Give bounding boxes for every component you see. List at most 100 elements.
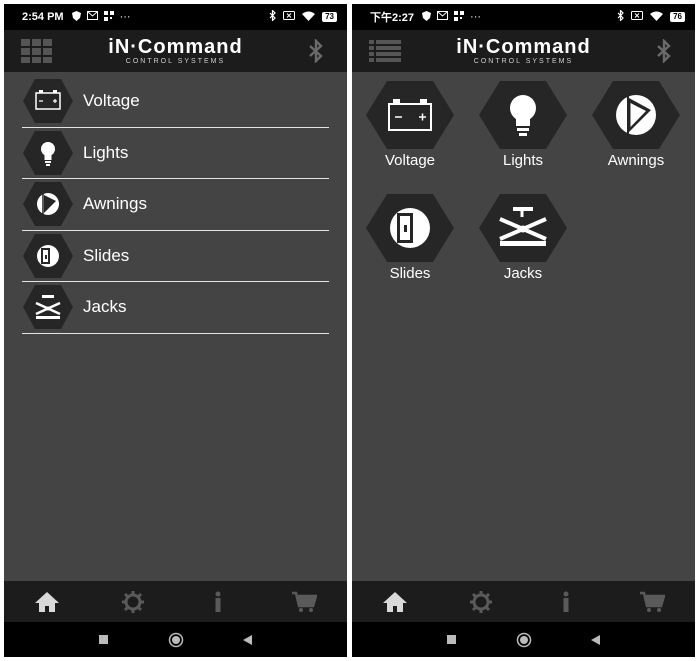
phone-screen-grid-view: 下午2:27 ··· 76 iN·Command CONTROL SYSTEMS…	[352, 4, 695, 657]
brand-name: iN·Command	[108, 35, 243, 58]
awning-icon	[592, 81, 680, 149]
battery-icon	[23, 79, 73, 124]
menu-label: Jacks	[83, 297, 127, 317]
brand-logo: iN·Command CONTROL SYSTEMS	[456, 37, 590, 66]
slide-icon	[23, 233, 73, 278]
gear-icon	[469, 590, 492, 613]
info-icon	[215, 591, 221, 612]
menu-label: Awnings	[83, 194, 147, 214]
bluetooth-status-icon	[269, 9, 276, 24]
nav-info[interactable]	[524, 581, 610, 622]
tile-label: Lights	[502, 152, 544, 169]
triangle-back-icon	[243, 634, 252, 645]
status-time: 2:54 PM	[22, 11, 64, 23]
nav-cart[interactable]	[609, 581, 695, 622]
menu-item-slides[interactable]: Slides	[22, 231, 329, 282]
grid-icon	[21, 39, 52, 63]
menu-item-voltage[interactable]: Voltage	[22, 76, 329, 128]
home-icon	[34, 591, 59, 612]
brand-subtitle: CONTROL SYSTEMS	[125, 57, 226, 65]
tile-slides[interactable]: Slides	[362, 193, 458, 282]
jack-icon	[23, 285, 73, 330]
system-nav-bar	[352, 622, 695, 657]
bluetooth-status-icon	[617, 9, 624, 24]
battery-level: 73	[322, 12, 337, 22]
nav-info[interactable]	[176, 581, 262, 622]
status-time: 下午2:27	[370, 12, 415, 24]
back-button[interactable]	[588, 632, 604, 648]
lightbulb-icon	[23, 130, 73, 175]
shield-icon	[71, 10, 81, 24]
mail-icon	[437, 11, 449, 23]
tile-label: Slides	[389, 265, 431, 282]
circle-icon	[168, 632, 183, 647]
triangle-back-icon	[591, 634, 600, 645]
square-icon	[99, 635, 108, 644]
recents-button[interactable]	[96, 632, 112, 648]
tile-jacks[interactable]: Jacks	[475, 193, 571, 282]
wifi-icon	[650, 11, 664, 24]
system-home-button[interactable]	[516, 632, 532, 648]
bluetooth-icon	[309, 38, 323, 64]
status-bar: 2:54 PM ··· 73	[4, 4, 347, 30]
nav-home[interactable]	[4, 581, 90, 622]
brand-name: iN·Command	[456, 35, 591, 58]
tile-label: Jacks	[503, 265, 543, 282]
tile-voltage[interactable]: Voltage	[362, 80, 458, 169]
menu-label: Lights	[83, 142, 129, 162]
mail-icon	[86, 11, 98, 23]
nav-settings[interactable]	[90, 581, 176, 622]
app-header: iN·Command CONTROL SYSTEMS	[352, 30, 695, 72]
bottom-nav	[4, 581, 347, 622]
gear-icon	[121, 590, 144, 613]
status-overflow: ···	[119, 11, 131, 23]
jack-icon	[479, 194, 567, 262]
slide-icon	[366, 194, 454, 262]
home-icon	[382, 591, 407, 612]
info-icon	[563, 591, 569, 612]
status-overflow: ···	[470, 11, 482, 23]
lightbulb-icon	[479, 81, 567, 149]
no-sim-icon	[631, 11, 644, 23]
menu-list: Voltage Lights Awnings Slides Jacks	[22, 76, 329, 334]
back-button[interactable]	[240, 632, 256, 648]
bluetooth-button[interactable]	[655, 38, 673, 64]
system-nav-bar	[4, 622, 347, 657]
nav-home[interactable]	[352, 581, 438, 622]
battery-icon	[366, 81, 454, 149]
brand-logo: iN·Command CONTROL SYSTEMS	[108, 37, 242, 66]
tile-lights[interactable]: Lights	[475, 80, 571, 169]
menu-item-lights[interactable]: Lights	[22, 128, 329, 179]
shield-icon	[422, 10, 432, 24]
qr-icon	[454, 10, 465, 24]
nav-cart[interactable]	[261, 581, 347, 622]
battery-level: 76	[670, 12, 685, 22]
tile-label: Awnings	[607, 152, 665, 169]
tile-label: Voltage	[384, 152, 436, 169]
bluetooth-icon	[657, 38, 671, 64]
list-view-button[interactable]	[368, 38, 402, 64]
status-bar: 下午2:27 ··· 76	[352, 4, 695, 30]
menu-item-awnings[interactable]: Awnings	[22, 179, 329, 231]
cart-icon	[292, 591, 318, 612]
cart-icon	[640, 591, 666, 612]
system-home-button[interactable]	[168, 632, 184, 648]
app-header: iN·Command CONTROL SYSTEMS	[4, 30, 347, 72]
grid-view-button[interactable]	[20, 38, 54, 64]
wifi-icon	[302, 11, 316, 24]
list-icon	[369, 40, 401, 62]
nav-settings[interactable]	[438, 581, 524, 622]
no-sim-icon	[283, 11, 296, 23]
square-icon	[447, 635, 456, 644]
brand-subtitle: CONTROL SYSTEMS	[473, 57, 574, 65]
phone-screen-list-view: 2:54 PM ··· 73 iN·Command CONTROL SYSTEM…	[4, 4, 347, 657]
tile-awnings[interactable]: Awnings	[588, 80, 684, 169]
menu-label: Voltage	[83, 91, 140, 111]
awning-icon	[23, 182, 73, 227]
menu-item-jacks[interactable]: Jacks	[22, 282, 329, 334]
bluetooth-button[interactable]	[307, 38, 325, 64]
recents-button[interactable]	[444, 632, 460, 648]
qr-icon	[103, 10, 114, 24]
bottom-nav	[352, 581, 695, 622]
menu-label: Slides	[83, 245, 130, 265]
